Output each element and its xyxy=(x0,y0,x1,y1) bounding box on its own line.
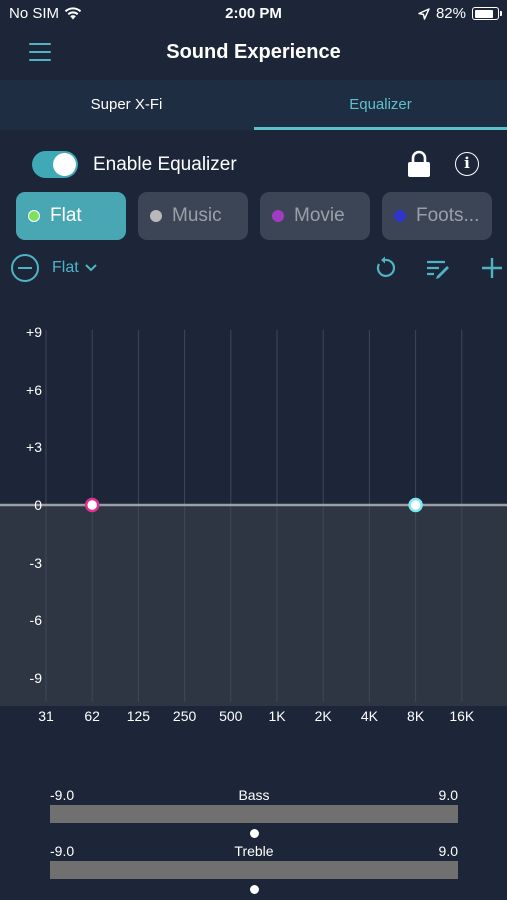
enable-equalizer-toggle[interactable] xyxy=(32,151,78,178)
status-bar: No SIM 2:00 PM 82% xyxy=(0,0,507,28)
freq-tick-label: 8K xyxy=(407,708,425,724)
tab-bar: Super X-Fi Equalizer xyxy=(0,80,507,130)
info-icon[interactable]: i xyxy=(455,152,479,176)
toggle-knob xyxy=(53,153,76,176)
preset-music[interactable]: Music xyxy=(138,192,248,240)
treble-label: Treble xyxy=(234,843,274,859)
eq-graph[interactable] xyxy=(0,320,507,706)
reset-icon[interactable] xyxy=(372,255,398,281)
minus-circle-icon[interactable] xyxy=(11,254,39,282)
location-arrow-icon xyxy=(418,7,430,20)
preset-dropdown-value: Flat xyxy=(52,259,79,276)
chevron-down-icon xyxy=(84,264,97,272)
preset-label: Music xyxy=(172,205,222,226)
preset-label: Foots... xyxy=(416,205,480,226)
db-tick-label: -3 xyxy=(29,554,42,571)
battery-fill xyxy=(474,9,493,18)
preset-flat[interactable]: Flat xyxy=(16,192,126,240)
tab-super-x-fi[interactable]: Super X-Fi xyxy=(0,80,253,130)
frequency-axis: 31 62 125 250 500 1K 2K 4K 8K 16K xyxy=(0,708,507,728)
active-tab-indicator xyxy=(254,127,507,130)
freq-tick-label: 4K xyxy=(360,708,378,724)
preset-label: Movie xyxy=(294,205,345,226)
db-tick-label: -6 xyxy=(29,612,42,629)
preset-dot-icon xyxy=(28,210,40,222)
freq-tick-label: 62 xyxy=(84,708,100,724)
preset-dot-icon xyxy=(272,210,284,222)
preset-footsteps[interactable]: Foots... xyxy=(382,192,492,240)
nav-bar: Sound Experience xyxy=(0,28,507,80)
battery-percent: 82% xyxy=(435,5,466,22)
status-right: 82% xyxy=(418,5,502,22)
lock-icon[interactable] xyxy=(407,150,431,178)
freq-tick-label: 125 xyxy=(126,708,151,724)
tab-equalizer[interactable]: Equalizer xyxy=(254,80,507,130)
bass-slider-thumb[interactable] xyxy=(249,829,259,838)
treble-control: -9.0 Treble 9.0 xyxy=(50,843,458,900)
enable-equalizer-label: Enable Equalizer xyxy=(93,154,237,175)
treble-slider-track[interactable] xyxy=(50,861,458,879)
db-tick-label: 0 xyxy=(34,497,42,513)
db-tick-label: +3 xyxy=(26,439,42,456)
freq-tick-label: 2K xyxy=(314,708,332,724)
preset-label: Flat xyxy=(50,205,82,226)
bass-max-label: 9.0 xyxy=(438,787,458,803)
preset-movie[interactable]: Movie xyxy=(260,192,370,240)
battery-icon xyxy=(472,7,502,20)
preset-dot-icon xyxy=(150,210,162,222)
bass-control: -9.0 Bass 9.0 xyxy=(50,787,458,847)
treble-slider-thumb[interactable] xyxy=(249,885,259,894)
enable-equalizer-row: Enable Equalizer i xyxy=(0,145,507,185)
eq-band-handle-62[interactable] xyxy=(84,497,100,513)
preset-dropdown[interactable]: Flat xyxy=(52,259,97,277)
freq-tick-label: 1K xyxy=(268,708,286,724)
db-tick-label: +6 xyxy=(26,381,42,398)
plus-icon[interactable] xyxy=(479,255,505,281)
preset-list: Flat Music Movie Foots... xyxy=(16,192,496,240)
treble-max-label: 9.0 xyxy=(438,843,458,859)
preset-toolbar: Flat xyxy=(0,252,507,284)
eq-band-handle-8K[interactable] xyxy=(408,497,423,513)
bass-label: Bass xyxy=(238,787,270,803)
freq-tick-label: 250 xyxy=(172,708,197,724)
bass-slider-track[interactable] xyxy=(50,805,458,823)
preset-dot-icon xyxy=(394,210,406,222)
edit-list-icon[interactable] xyxy=(425,255,451,281)
freq-tick-label: 31 xyxy=(38,708,54,724)
page-title: Sound Experience xyxy=(166,41,341,63)
db-tick-label: -9 xyxy=(29,670,42,686)
freq-tick-label: 16K xyxy=(449,708,475,724)
freq-tick-label: 500 xyxy=(219,708,243,724)
eq-chart: +9 +6 +3 0 -3 -6 -9 xyxy=(0,320,507,706)
db-tick-label: +9 xyxy=(26,324,42,340)
